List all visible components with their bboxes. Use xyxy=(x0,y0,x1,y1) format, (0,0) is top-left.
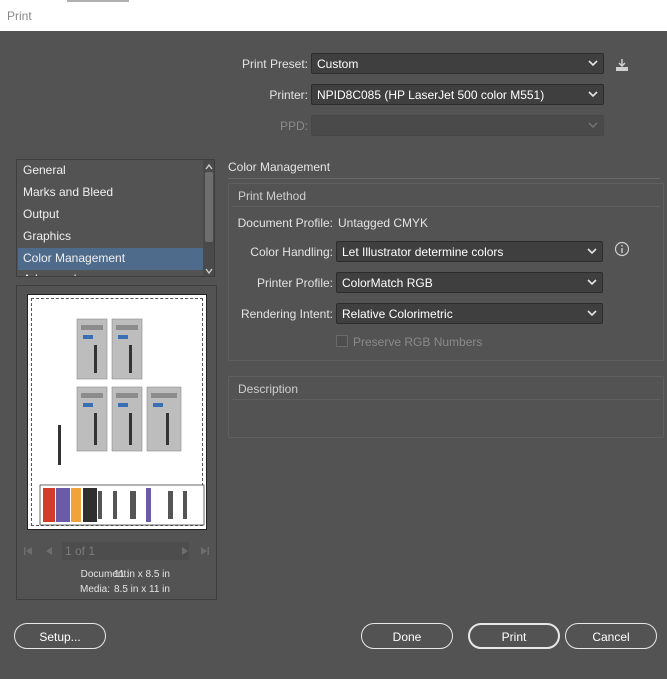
artwork-thumbnail xyxy=(39,318,205,526)
page-indicator: 1 of 1 xyxy=(65,544,96,558)
list-scrollbar[interactable] xyxy=(203,160,214,276)
print-preset-value: Custom xyxy=(317,57,359,71)
first-page-icon[interactable] xyxy=(23,545,33,555)
sidebar-item-advanced[interactable]: Advanced xyxy=(18,269,204,276)
sidebar-item-marks-and-bleed[interactable]: Marks and Bleed xyxy=(18,182,204,204)
section-title: Color Management xyxy=(228,160,331,174)
page-preview[interactable] xyxy=(27,294,207,530)
info-icon[interactable] xyxy=(614,241,630,257)
media-size-value: 8.5 in x 11 in xyxy=(114,584,170,595)
group-divider xyxy=(232,206,660,207)
ppd-select xyxy=(311,115,604,136)
rendering-intent-label: Rendering Intent: xyxy=(240,307,333,321)
color-handling-value: Let Illustrator determine colors xyxy=(342,245,504,259)
setup-button[interactable]: Setup... xyxy=(14,623,106,649)
print-preset-label: Print Preset: xyxy=(241,57,308,71)
print-method-title: Print Method xyxy=(238,189,307,203)
description-divider xyxy=(232,399,660,400)
color-handling-select[interactable]: Let Illustrator determine colors xyxy=(336,241,603,262)
document-profile-label: Document Profile: xyxy=(237,216,333,230)
rendering-intent-value: Relative Colorimetric xyxy=(342,307,453,321)
sidebar-item-graphics[interactable]: Graphics xyxy=(18,226,204,248)
chevron-down-icon xyxy=(588,120,598,130)
page-number-field[interactable]: 1 of 1 xyxy=(62,542,189,560)
printer-profile-value: ColorMatch RGB xyxy=(342,276,433,290)
chevron-down-icon xyxy=(588,89,598,99)
sidebar-item-general[interactable]: General xyxy=(18,160,204,182)
description-title: Description xyxy=(238,382,299,396)
ppd-label: PPD: xyxy=(279,119,308,133)
chevron-down-icon xyxy=(587,277,597,287)
category-list[interactable]: General Marks and Bleed Output Graphics … xyxy=(16,159,215,277)
rendering-intent-select[interactable]: Relative Colorimetric xyxy=(336,303,603,324)
document-size-value: 11 in x 8.5 in xyxy=(114,569,170,580)
sidebar-item-color-management[interactable]: Color Management xyxy=(18,248,204,270)
printer-profile-label: Printer Profile: xyxy=(256,276,333,290)
title-bar: Print xyxy=(0,0,667,31)
chevron-up-icon[interactable] xyxy=(204,161,214,171)
previous-page-icon[interactable] xyxy=(44,545,54,555)
color-handling-label: Color Handling: xyxy=(250,245,333,259)
chevron-down-icon xyxy=(588,58,598,68)
section-divider xyxy=(228,178,660,179)
preserve-rgb-checkbox[interactable] xyxy=(336,335,348,347)
done-button[interactable]: Done xyxy=(361,623,453,649)
printer-value: NPID8C085 (HP LaserJet 500 color M551) xyxy=(317,88,545,102)
last-page-icon[interactable] xyxy=(200,545,210,555)
chevron-down-icon[interactable] xyxy=(204,265,214,275)
preview-area xyxy=(17,286,216,535)
save-preset-icon[interactable] xyxy=(614,57,630,73)
print-preset-select[interactable]: Custom xyxy=(311,53,604,74)
page-navigation: 1 of 1 xyxy=(17,541,216,561)
scrollbar-thumb[interactable] xyxy=(205,172,213,242)
document-profile-value: Untagged CMYK xyxy=(338,216,429,230)
print-preview-panel: 1 of 1 Document: 11 in x 8.5 in Media: 8… xyxy=(16,285,217,600)
next-page-icon[interactable] xyxy=(180,545,190,555)
preserve-rgb-label: Preserve RGB Numbers xyxy=(353,335,483,349)
printer-select[interactable]: NPID8C085 (HP LaserJet 500 color M551) xyxy=(311,84,604,105)
printer-label: Printer: xyxy=(269,88,308,102)
sidebar-item-output[interactable]: Output xyxy=(18,204,204,226)
title-accent xyxy=(67,0,129,2)
print-button[interactable]: Print xyxy=(468,623,560,649)
printer-profile-select[interactable]: ColorMatch RGB xyxy=(336,272,603,293)
chevron-down-icon xyxy=(587,246,597,256)
chevron-down-icon xyxy=(587,308,597,318)
media-size-label: Media: xyxy=(79,584,110,595)
window-title: Print xyxy=(7,9,32,23)
cancel-button[interactable]: Cancel xyxy=(565,623,657,649)
